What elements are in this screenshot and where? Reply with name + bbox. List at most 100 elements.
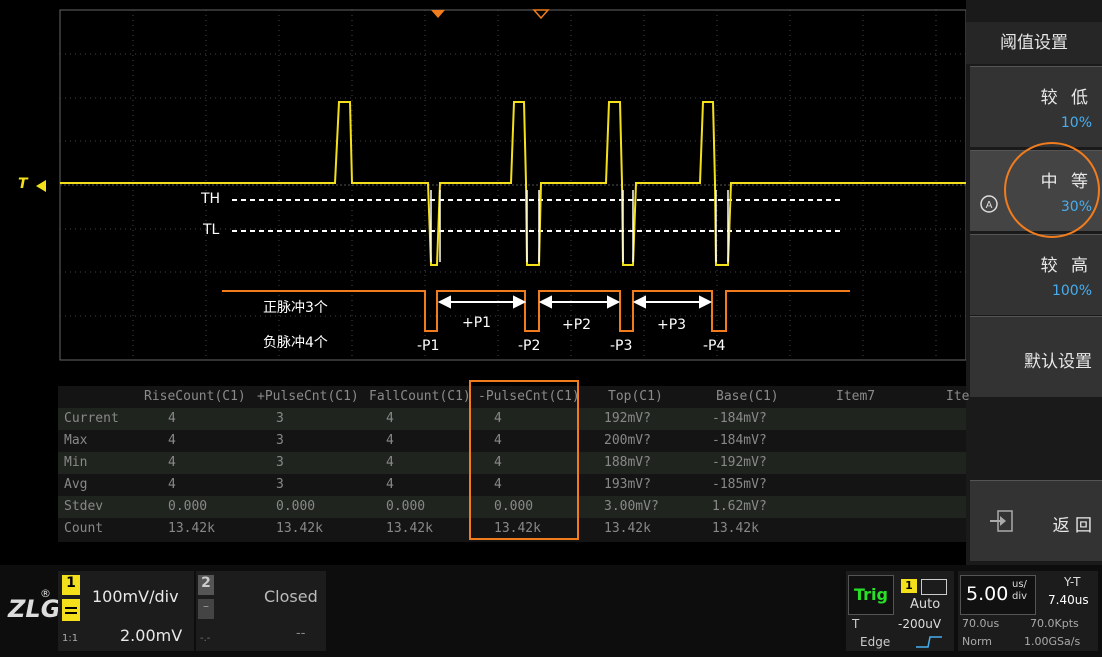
- table-cell: 13.42k: [386, 521, 433, 536]
- row-label: Avg: [64, 477, 88, 492]
- table-cell: 13.42k: [276, 521, 323, 536]
- pulse-n3-label: -P3: [610, 338, 633, 354]
- th-label: TH: [201, 191, 221, 207]
- pulse-p3-label: +P3: [657, 317, 687, 333]
- positive-pulse-count-note: 正脉冲3个: [263, 300, 328, 316]
- table-cell: 188mV?: [604, 455, 651, 470]
- timebase-unit-bottom: div: [1012, 591, 1028, 602]
- trigger-label: T: [18, 176, 28, 192]
- time-window: 70.0us: [962, 617, 1000, 630]
- row-label: Min: [64, 455, 88, 470]
- svg-text:A: A: [986, 200, 993, 211]
- table-cell: 3: [276, 411, 284, 426]
- column-header: Ite: [946, 389, 970, 404]
- trigger-level: -200uV: [898, 617, 942, 631]
- pulse-n4-label: -P4: [703, 338, 726, 354]
- channel2-panel[interactable]: 2 – -.- Closed --: [196, 571, 326, 651]
- channel1-offset: 2.00mV: [120, 626, 183, 645]
- acquire-mode: Norm: [962, 635, 993, 648]
- table-cell: 4: [168, 477, 176, 492]
- trigger-mode-icon: [921, 579, 947, 595]
- trigger-t-label: T: [852, 617, 860, 631]
- table-cell: 13.42k: [168, 521, 215, 536]
- horizontal-position: 7.40us: [1048, 593, 1089, 607]
- default-settings-button[interactable]: 默认设置: [970, 316, 1102, 397]
- trigger-level-marker: [36, 180, 46, 192]
- channel1-panel[interactable]: 1 1:1 100mV/div 2.00mV: [58, 571, 194, 651]
- column-header: +PulseCnt(C1): [257, 389, 359, 404]
- table-cell: 4: [168, 433, 176, 448]
- pulse-p2-label: +P2: [562, 317, 592, 333]
- channel2-offset: --: [296, 626, 306, 641]
- table-cell: 3: [276, 455, 284, 470]
- auto-select-icon: A: [980, 195, 998, 213]
- menu-item-label: 较 高: [1040, 256, 1092, 276]
- table-cell: 4: [168, 411, 176, 426]
- channel1-scale: 100mV/div: [92, 587, 179, 606]
- column-header: Item7: [836, 389, 876, 404]
- table-cell: -185mV?: [712, 477, 767, 492]
- threshold-menu: 阈值设置 较 低 10% A 中 等 30% 较 高 100% 默认设置 返 回: [966, 0, 1102, 565]
- row-label: Count: [64, 521, 104, 536]
- timebase-scale: 5.00: [966, 583, 1009, 605]
- back-icon: [990, 510, 1013, 532]
- back-button[interactable]: 返 回: [970, 480, 1102, 561]
- menu-title: 阈值设置: [966, 22, 1102, 64]
- row-label: Stdev: [64, 499, 104, 514]
- trigger-mode: Auto: [910, 597, 941, 612]
- trigger-panel[interactable]: Trig 1 Auto T -200uV Edge: [846, 571, 954, 651]
- table-cell: 3.00mV?: [604, 499, 659, 514]
- status-bar: ZLG ® 1 1:1 100mV/div 2.00mV 2 – -.- Clo…: [0, 565, 1102, 657]
- row-label: Current: [64, 411, 119, 426]
- table-cell: 4: [168, 455, 176, 470]
- row-label: Max: [64, 433, 88, 448]
- table-cell: 4: [386, 455, 394, 470]
- table-cell: -192mV?: [712, 455, 767, 470]
- table-cell: 1.62mV?: [712, 499, 767, 514]
- table-cell: -184mV?: [712, 411, 767, 426]
- table-cell: 4: [386, 477, 394, 492]
- negative-pulse-count-note: 负脉冲4个: [263, 335, 328, 351]
- rising-edge-icon: [916, 636, 942, 648]
- column-header: FallCount(C1): [369, 389, 471, 404]
- table-cell: 0.000: [386, 499, 426, 514]
- tl-label: TL: [203, 222, 220, 238]
- pulse-p1-label: +P1: [462, 315, 492, 331]
- table-cell: 193mV?: [604, 477, 651, 492]
- table-cell: 4: [386, 411, 394, 426]
- menu-item-value: 10%: [1060, 115, 1092, 131]
- coupling-icon: [62, 599, 80, 621]
- channel2-probe: -.-: [200, 633, 211, 644]
- table-cell: 13.42k: [604, 521, 651, 536]
- table-cell: 0.000: [168, 499, 208, 514]
- channel1-number: 1: [62, 575, 80, 595]
- trigger-source: 1: [901, 579, 917, 593]
- channel2-coupling-icon: –: [198, 599, 214, 619]
- table-cell: 3: [276, 433, 284, 448]
- table-cell: 3: [276, 477, 284, 492]
- display-mode: Y-T: [1064, 575, 1081, 589]
- menu-item-label: 默认设置: [1024, 352, 1092, 372]
- threshold-low-button[interactable]: 较 低 10%: [970, 66, 1102, 147]
- timebase-panel[interactable]: 5.00 us/ div Y-T 7.40us 70.0us 70.0Kpts …: [958, 571, 1098, 651]
- sample-rate: 1.00GSa/s: [1024, 635, 1081, 648]
- channel2-number: 2: [198, 575, 214, 595]
- column-header: RiseCount(C1): [144, 389, 246, 404]
- table-cell: -184mV?: [712, 433, 767, 448]
- menu-item-value: 100%: [1051, 283, 1092, 299]
- table-cell: 4: [386, 433, 394, 448]
- menu-item-label: 较 低: [1040, 88, 1092, 108]
- channel2-state: Closed: [264, 587, 318, 606]
- pulse-n1-label: -P1: [417, 338, 440, 354]
- menu-item-label: 返 回: [1052, 516, 1092, 536]
- pulse-n2-label: -P2: [518, 338, 541, 354]
- selection-highlight-circle: [1004, 142, 1100, 238]
- table-cell: 13.42k: [712, 521, 759, 536]
- column-header: Base(C1): [716, 389, 779, 404]
- threshold-high-button[interactable]: 较 高 100%: [970, 234, 1102, 315]
- memory-depth: 70.0Kpts: [1030, 617, 1079, 630]
- brand-logo: ZLG: [8, 595, 61, 623]
- waveform-display[interactable]: T TH TL 正脉冲3个 负脉冲4个 +P1 +P2 +P3 -P1 -P2 …: [0, 0, 966, 380]
- trigger-status: Trig: [848, 575, 894, 615]
- trigger-type: Edge: [860, 635, 891, 649]
